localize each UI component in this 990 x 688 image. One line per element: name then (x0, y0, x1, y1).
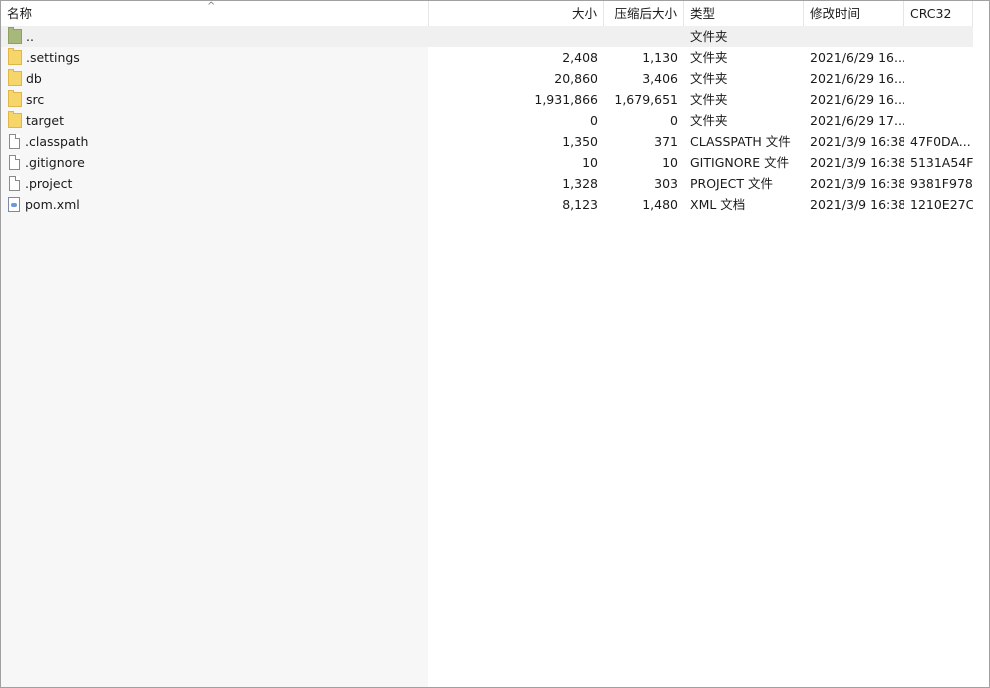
table-row[interactable]: target 0 0 文件夹 2021/6/29 17... (1, 110, 973, 131)
size-cell (429, 26, 604, 47)
type-cell: CLASSPATH 文件 (690, 134, 791, 149)
table-row[interactable]: .gitignore 10 10 GITIGNORE 文件 2021/3/9 16:38… (1, 152, 973, 173)
column-modified-label: 修改时间 (810, 6, 861, 21)
column-type-label: 类型 (690, 6, 716, 21)
table-row[interactable]: db 20,860 3,406 文件夹 2021/6/29 16... (1, 68, 973, 89)
packed-size-cell (604, 26, 684, 47)
table-row[interactable]: .settings 2,408 1,130 文件夹 2021/6/29 16... (1, 47, 973, 68)
file-icon (9, 176, 20, 191)
table-row[interactable]: .project 1,328 303 PROJECT 文件 2021/3/9 16:38… (1, 173, 973, 194)
modified-cell: 2021/6/29 16... (810, 92, 904, 107)
name-cell[interactable]: .project (1, 173, 429, 194)
size-cell: 10 (582, 155, 598, 170)
packed-size-cell: 10 (662, 155, 678, 170)
type-cell: 文件夹 (690, 29, 728, 44)
crc-cell (904, 26, 973, 47)
modified-cell: 2021/3/9 16:38 (810, 134, 904, 149)
crc-cell (904, 47, 973, 68)
type-cell: 文件夹 (690, 50, 728, 65)
packed-size-cell: 371 (654, 134, 678, 149)
type-cell: XML 文档 (690, 197, 746, 212)
name-cell[interactable]: pom.xml (1, 194, 429, 215)
column-name-label: 名称 (7, 6, 33, 21)
modified-cell: 2021/6/29 16... (810, 50, 904, 65)
modified-cell (804, 26, 904, 47)
crc-cell: 1210E27C (910, 197, 973, 212)
size-cell: 0 (590, 113, 598, 128)
modified-cell: 2021/3/9 16:38 (810, 176, 904, 191)
packed-size-cell: 1,480 (642, 197, 678, 212)
type-cell: 文件夹 (690, 92, 728, 107)
name-cell[interactable]: .settings (1, 47, 429, 68)
packed-size-cell: 3,406 (642, 71, 678, 86)
file-name: .classpath (25, 134, 89, 149)
folder-icon (8, 111, 22, 128)
column-crc-label: CRC32 (910, 6, 952, 21)
column-size-header[interactable]: 大小 (429, 1, 604, 26)
table-row[interactable]: .classpath 1,350 371 CLASSPATH 文件 2021/3/9 1… (1, 131, 973, 152)
modified-cell: 2021/6/29 17... (810, 113, 904, 128)
size-cell: 20,860 (554, 71, 598, 86)
size-cell: 2,408 (562, 50, 598, 65)
folder-icon (8, 48, 22, 65)
packed-size-cell: 1,679,651 (614, 92, 678, 107)
modified-cell: 2021/6/29 16... (810, 71, 904, 86)
modified-cell: 2021/3/9 16:38 (810, 155, 904, 170)
file-name: db (26, 71, 42, 86)
table-row[interactable]: .. 文件夹 (1, 26, 973, 47)
column-size-label: 大小 (571, 6, 597, 21)
column-header: 名称 ^ 大小 压缩后大小 类型 修改时间 CRC32 (1, 1, 973, 27)
file-icon (9, 155, 20, 170)
column-crc-header[interactable]: CRC32 (904, 1, 973, 26)
name-cell[interactable]: src (1, 89, 429, 110)
size-cell: 1,931,866 (534, 92, 598, 107)
file-name: .settings (26, 50, 80, 65)
packed-size-cell: 303 (654, 176, 678, 191)
column-type-header[interactable]: 类型 (684, 1, 804, 26)
folder-icon (8, 90, 22, 107)
type-cell: GITIGNORE 文件 (690, 155, 790, 170)
packed-size-cell: 1,130 (642, 50, 678, 65)
column-packed-header[interactable]: 压缩后大小 (604, 1, 684, 26)
sort-ascending-icon: ^ (207, 1, 216, 12)
type-cell: PROJECT 文件 (690, 176, 773, 191)
name-cell[interactable]: target (1, 110, 429, 131)
size-cell: 1,350 (562, 134, 598, 149)
crc-cell (904, 68, 973, 89)
size-cell: 1,328 (562, 176, 598, 191)
column-packed-label: 压缩后大小 (614, 6, 677, 21)
table-row[interactable]: pom.xml 8,123 1,480 XML 文档 2021/3/9 16:38 121… (1, 194, 973, 215)
packed-size-cell: 0 (670, 113, 678, 128)
column-modified-header[interactable]: 修改时间 (804, 1, 904, 26)
file-name: pom.xml (25, 197, 80, 212)
crc-cell: 5131A54F (910, 155, 973, 170)
crc-cell: 9381F978 (910, 176, 973, 191)
file-name: src (26, 92, 45, 107)
name-cell[interactable]: .classpath (1, 131, 429, 152)
file-list-window: 名称 ^ 大小 压缩后大小 类型 修改时间 CRC32 .. 文件夹 .settin… (0, 0, 990, 688)
name-cell[interactable]: db (1, 68, 429, 89)
modified-cell: 2021/3/9 16:38 (810, 197, 904, 212)
crc-cell (904, 89, 973, 110)
file-name: .gitignore (25, 155, 85, 170)
type-cell: 文件夹 (690, 71, 728, 86)
folder-icon (8, 69, 22, 86)
name-cell[interactable]: .. (1, 26, 429, 47)
crc-cell (904, 110, 973, 131)
column-name-header[interactable]: 名称 ^ (1, 1, 429, 26)
type-cell: 文件夹 (690, 113, 728, 128)
file-name: target (26, 113, 65, 128)
file-icon (9, 134, 20, 149)
file-list: .. 文件夹 .settings 2,408 1,130 文件夹 2021/6/29 16.… (1, 26, 973, 215)
size-cell: 8,123 (562, 197, 598, 212)
name-cell[interactable]: .gitignore (1, 152, 429, 173)
up-folder-icon (8, 27, 22, 44)
xml-file-icon (8, 197, 20, 212)
file-name: .project (25, 176, 73, 191)
crc-cell: 47F0DA... (910, 134, 971, 149)
table-row[interactable]: src 1,931,866 1,679,651 文件夹 2021/6/29 16... (1, 89, 973, 110)
file-name: .. (26, 29, 34, 44)
